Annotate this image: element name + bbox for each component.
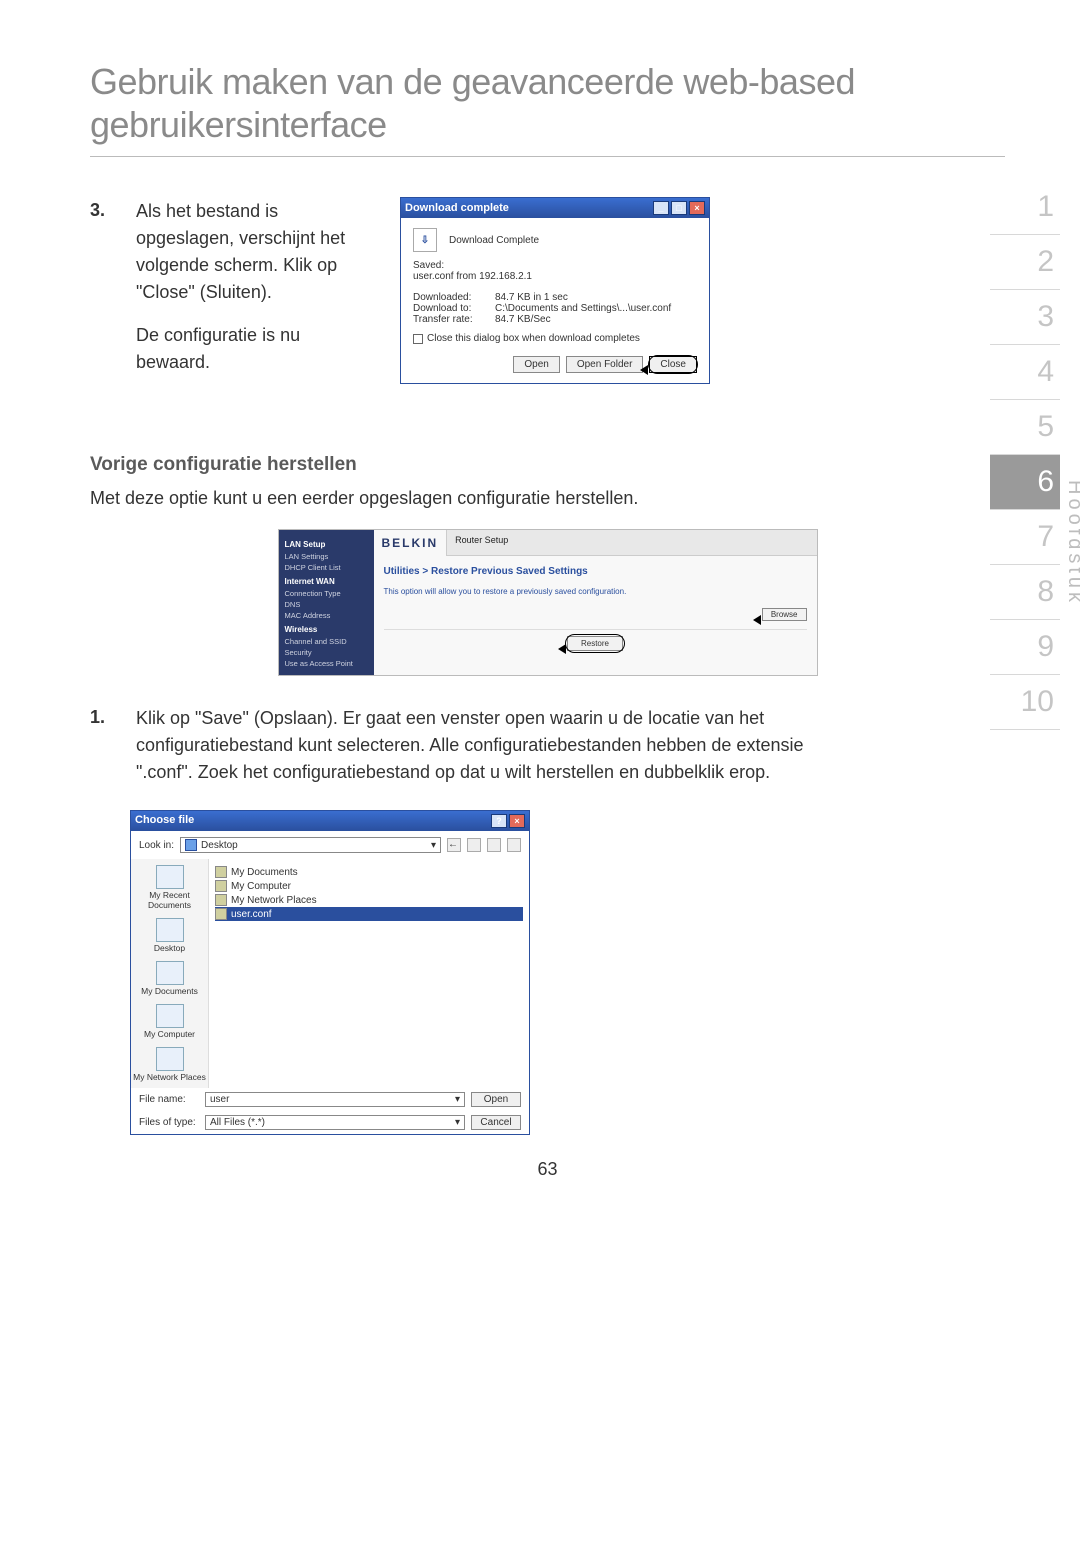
chevron-down-icon: ▾ <box>431 840 436 851</box>
lookin-label: Look in: <box>139 840 174 851</box>
download-complete-dialog: Download complete _ □ × ⇩ Download Compl… <box>400 197 710 384</box>
downloaded-value: 84.7 KB in 1 sec <box>495 292 568 303</box>
saved-value: user.conf from 192.168.2.1 <box>413 271 697 282</box>
belkin-breadcrumb: Utilities > Restore Previous Saved Setti… <box>374 556 817 587</box>
chapter-link-4[interactable]: 4 <box>990 345 1060 400</box>
file-icon <box>215 908 227 920</box>
belkin-screenshot: LAN Setup LAN Settings DHCP Client List … <box>278 529 818 676</box>
section-title: Vorige configuratie herstellen <box>90 454 1005 476</box>
close-checkbox[interactable] <box>413 334 423 344</box>
folder-icon <box>215 894 227 906</box>
file-item[interactable]: My Computer <box>215 879 523 893</box>
step3-p2: De configuratie is nu bewaard. <box>136 322 370 376</box>
belkin-topbar: Router Setup <box>447 530 816 556</box>
chapter-link-9[interactable]: 9 <box>990 620 1060 675</box>
help-icon[interactable]: ? <box>491 814 507 828</box>
sidebar-item[interactable]: DNS <box>285 599 368 610</box>
filename-label: File name: <box>139 1094 199 1105</box>
open-folder-button[interactable]: Open Folder <box>566 356 644 373</box>
section-desc: Met deze optie kunt u een eerder opgesla… <box>90 488 1005 509</box>
place-computer[interactable]: My Computer <box>131 1002 208 1041</box>
belkin-logo: BELKIN <box>374 530 448 556</box>
browse-button[interactable]: Browse <box>762 608 807 621</box>
place-desktop[interactable]: Desktop <box>131 916 208 955</box>
lookin-select[interactable]: Desktop ▾ <box>180 837 441 853</box>
sidebar-hdr-lan: LAN Setup <box>285 540 368 549</box>
sidebar-item[interactable]: Channel and SSID <box>285 636 368 647</box>
download-dialog-title: Download complete <box>405 202 509 214</box>
file-item[interactable]: My Network Places <box>215 893 523 907</box>
places-bar: My Recent Documents Desktop My Documents… <box>131 859 209 1088</box>
close-icon[interactable]: × <box>509 814 525 828</box>
chapter-link-1[interactable]: 1 <box>990 180 1060 235</box>
chapter-link-2[interactable]: 2 <box>990 235 1060 290</box>
belkin-desc: This option will allow you to restore a … <box>374 587 817 606</box>
step3-p1: Als het bestand is opgeslagen, verschijn… <box>136 198 370 306</box>
up-icon[interactable] <box>467 838 481 852</box>
download-header-text: Download Complete <box>449 235 539 246</box>
sidebar-item[interactable]: DHCP Client List <box>285 562 368 573</box>
download-icon: ⇩ <box>413 228 437 252</box>
step3-text: 3. Als het bestand is opgeslagen, versch… <box>90 197 370 376</box>
rate-value: 84.7 KB/Sec <box>495 314 551 325</box>
choose-title: Choose file <box>135 814 194 828</box>
choose-file-dialog: Choose file ? × Look in: Desktop ▾ ← My … <box>130 810 530 1135</box>
restore-button[interactable]: Restore <box>567 636 623 651</box>
sidebar-item[interactable]: Security <box>285 647 368 658</box>
minimize-icon[interactable]: _ <box>653 201 669 215</box>
cancel-button[interactable]: Cancel <box>471 1115 521 1130</box>
chapter-label: Hoofdstuk <box>1063 480 1080 606</box>
chapter-link-5[interactable]: 5 <box>990 400 1060 455</box>
close-icon[interactable]: × <box>689 201 705 215</box>
sidebar-hdr-wireless: Wireless <box>285 625 368 634</box>
view-icon[interactable] <box>507 838 521 852</box>
place-recent[interactable]: My Recent Documents <box>131 863 208 912</box>
place-network[interactable]: My Network Places <box>131 1045 208 1084</box>
sidebar-item[interactable]: MAC Address <box>285 610 368 621</box>
downloaded-label: Downloaded: <box>413 292 495 303</box>
maximize-icon[interactable]: □ <box>671 201 687 215</box>
belkin-sidebar: LAN Setup LAN Settings DHCP Client List … <box>279 530 374 675</box>
open-button[interactable]: Open <box>513 356 559 373</box>
chapter-link-7[interactable]: 7 <box>990 510 1060 565</box>
sidebar-hdr-wan: Internet WAN <box>285 577 368 586</box>
page-title: Gebruik maken van de geavanceerde web-ba… <box>90 60 1005 157</box>
desktop-icon <box>185 839 197 851</box>
downloadto-label: Download to: <box>413 303 495 314</box>
file-item[interactable]: My Documents <box>215 865 523 879</box>
lookin-value: Desktop <box>201 840 238 851</box>
step1: 1. Klik op "Save" (Opslaan). Er gaat een… <box>90 704 1005 786</box>
chevron-down-icon: ▾ <box>455 1094 460 1105</box>
step1-number: 1. <box>90 704 118 731</box>
sidebar-item[interactable]: Connection Type <box>285 588 368 599</box>
step3-number: 3. <box>90 197 114 224</box>
downloadto-value: C:\Documents and Settings\...\user.conf <box>495 303 671 314</box>
filename-input[interactable]: user▾ <box>205 1092 465 1107</box>
chapter-nav: 1 2 3 4 5 6 7 8 9 10 Hoofdstuk <box>990 180 1060 730</box>
back-icon[interactable]: ← <box>447 838 461 852</box>
chapter-link-6[interactable]: 6 <box>990 455 1060 510</box>
step1-text: Klik op "Save" (Opslaan). Er gaat een ve… <box>136 705 856 786</box>
chapter-link-8[interactable]: 8 <box>990 565 1060 620</box>
sidebar-item[interactable]: LAN Settings <box>285 551 368 562</box>
rate-label: Transfer rate: <box>413 314 495 325</box>
page-number: 63 <box>90 1159 1005 1180</box>
close-checkbox-label: Close this dialog box when download comp… <box>427 333 640 344</box>
file-item-selected[interactable]: user.conf <box>215 907 523 921</box>
place-documents[interactable]: My Documents <box>131 959 208 998</box>
filetype-label: Files of type: <box>139 1117 199 1128</box>
saved-label: Saved: <box>413 260 697 271</box>
open-button[interactable]: Open <box>471 1092 521 1107</box>
close-button[interactable]: Close <box>649 356 697 373</box>
newfolder-icon[interactable] <box>487 838 501 852</box>
chapter-link-3[interactable]: 3 <box>990 290 1060 345</box>
folder-icon <box>215 866 227 878</box>
filetype-select[interactable]: All Files (*.*)▾ <box>205 1115 465 1130</box>
sidebar-item[interactable]: Use as Access Point <box>285 658 368 669</box>
file-list[interactable]: My Documents My Computer My Network Plac… <box>209 859 529 1039</box>
chevron-down-icon: ▾ <box>455 1117 460 1128</box>
chapter-link-10[interactable]: 10 <box>990 675 1060 730</box>
folder-icon <box>215 880 227 892</box>
